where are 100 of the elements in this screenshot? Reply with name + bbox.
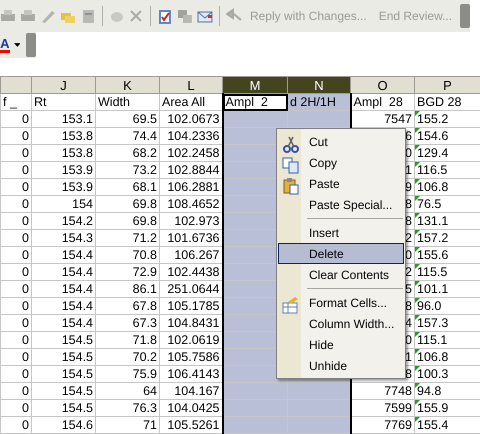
- table-cell: 154.6: [32, 416, 96, 434]
- column-header[interactable]: N: [288, 76, 350, 94]
- table-cell: 154.5: [32, 400, 96, 416]
- table-cell: 68.2: [96, 144, 160, 162]
- error-indicator-icon: [416, 230, 420, 235]
- table-cell: 153.8: [32, 144, 96, 162]
- table-cell: 0: [0, 110, 32, 128]
- table-cell: 155.4: [414, 416, 480, 434]
- table-cell: 7769: [350, 416, 414, 434]
- table-cell: 154.5: [32, 332, 96, 348]
- table-cell: 69.8: [96, 212, 160, 230]
- table-cell: 74.4: [96, 128, 160, 144]
- table-cell: 0: [0, 212, 32, 230]
- table-cell: 0: [0, 400, 32, 416]
- table-cell: 96.0: [414, 298, 480, 314]
- table-cell: 69.8: [96, 196, 160, 212]
- table-cell: 155.6: [414, 246, 480, 264]
- table-cell: 155.2: [414, 110, 480, 128]
- table-cell: 0: [0, 280, 32, 298]
- column-label: Rt: [32, 94, 96, 110]
- table-cell: 0: [0, 230, 32, 246]
- column-header[interactable]: J: [32, 76, 96, 94]
- table-cell: 157.2: [414, 230, 480, 246]
- table-cell: 116.5: [414, 162, 480, 178]
- table-cell: 153.9: [32, 178, 96, 196]
- error-indicator-icon: [416, 112, 420, 116]
- table-cell: 94.8: [414, 382, 480, 400]
- table-cell: 154.6: [414, 128, 480, 144]
- table-cell: 0: [0, 366, 32, 382]
- error-indicator-icon: [416, 298, 420, 303]
- column-label: Width: [96, 94, 160, 110]
- clipboard-check-icon[interactable]: [157, 8, 174, 24]
- table-cell: 154.4: [32, 280, 96, 298]
- table-cell: 76.3: [96, 400, 160, 416]
- windows-icon[interactable]: [177, 8, 194, 24]
- font-color-button[interactable]: A: [0, 38, 10, 52]
- table-cell: 0: [0, 264, 32, 280]
- table-cell: 106.8: [414, 348, 480, 366]
- table-cell: 64: [96, 382, 160, 400]
- table-cell: 115.5: [414, 264, 480, 280]
- toolbar-handle[interactable]: [460, 4, 470, 28]
- table-cell: 0: [0, 128, 32, 144]
- table-cell: 71: [96, 416, 160, 434]
- error-indicator-icon: [416, 366, 420, 371]
- table-cell: 153.8: [32, 128, 96, 144]
- error-indicator-icon: [416, 350, 420, 354]
- table-cell: 154.4: [32, 314, 96, 332]
- error-indicator-icon: [416, 128, 420, 133]
- table-cell: 115.1: [414, 332, 480, 348]
- format-cells-icon: [282, 296, 300, 314]
- error-indicator-icon: [416, 316, 420, 320]
- table-cell: 72.9: [96, 264, 160, 280]
- column-header[interactable]: L: [160, 76, 222, 94]
- error-indicator-icon: [416, 146, 420, 150]
- column-header[interactable]: K: [96, 76, 160, 94]
- table-cell: 68.1: [96, 178, 160, 196]
- table-cell: 101.1: [414, 280, 480, 298]
- menu-item[interactable]: Delete: [278, 243, 404, 264]
- table-cell: 157.3: [414, 314, 480, 332]
- table-cell: 153.9: [32, 162, 96, 178]
- table-cell: 70.8: [96, 246, 160, 264]
- table-cell: 70.2: [96, 348, 160, 366]
- table-cell: 154.4: [32, 298, 96, 314]
- table-cell: 73.2: [96, 162, 160, 178]
- table-cell: 0: [0, 144, 32, 162]
- table-cell: 86.1: [96, 280, 160, 298]
- table-cell: 131.1: [414, 212, 480, 230]
- table-cell: 0: [0, 348, 32, 366]
- error-indicator-icon: [416, 332, 420, 337]
- column-header[interactable]: M: [222, 76, 288, 94]
- printer-icon[interactable]: [20, 8, 36, 24]
- pencil-icon[interactable]: [40, 8, 56, 24]
- table-cell: 154.3: [32, 230, 96, 246]
- table-cell: 75.9: [96, 366, 160, 382]
- toolbar-handle[interactable]: [26, 33, 36, 57]
- table-cell: 67.8: [96, 298, 160, 314]
- table-cell: 0: [0, 332, 32, 348]
- column-header[interactable]: P: [414, 76, 480, 94]
- table-cell: 7748: [350, 382, 414, 400]
- table-cell: 106.8: [414, 178, 480, 196]
- error-indicator-icon: [416, 248, 420, 252]
- clipboard-icon: [282, 177, 300, 195]
- table-cell: 129.4: [414, 144, 480, 162]
- table-cell: 0: [0, 246, 32, 264]
- error-indicator-icon: [416, 162, 420, 167]
- printer-icon[interactable]: [0, 8, 16, 24]
- column-label: f _: [0, 94, 32, 110]
- table-cell: 0: [0, 382, 32, 400]
- table-cell: 0: [0, 314, 32, 332]
- table-cell: 0: [0, 416, 32, 434]
- table-cell: 0: [0, 298, 32, 314]
- cross-icon[interactable]: [128, 8, 144, 24]
- table-cell: 7599: [350, 400, 414, 416]
- column-header[interactable]: O: [350, 76, 414, 94]
- table-cell: 67.3: [96, 314, 160, 332]
- scissors-icon: [282, 135, 300, 153]
- error-indicator-icon: [416, 214, 420, 218]
- dropdown-caret-icon[interactable]: [14, 43, 20, 47]
- error-indicator-icon: [416, 180, 420, 184]
- table-cell: 154.5: [32, 348, 96, 366]
